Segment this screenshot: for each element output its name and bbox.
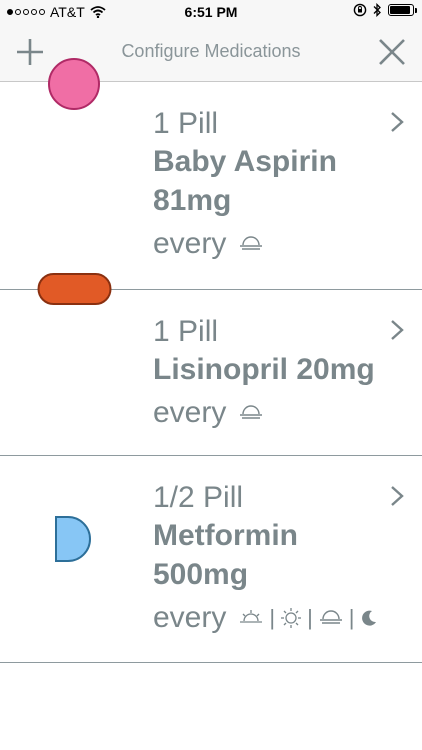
sunrise-icon bbox=[240, 610, 263, 623]
medication-row-baby-aspirin[interactable]: 1 Pill Baby Aspirin 81mg every bbox=[0, 58, 422, 290]
medication-name: Lisinopril 20mg bbox=[153, 353, 375, 386]
medication-name: Metformin 500mg bbox=[153, 519, 298, 591]
medication-quantity: 1/2 Pill bbox=[153, 481, 244, 514]
medication-row-lisinopril[interactable]: 1 Pill Lisinopril 20mg every bbox=[0, 273, 422, 456]
schedule-every-label: every bbox=[153, 396, 227, 429]
chevron-right-icon bbox=[391, 320, 404, 340]
bluetooth-icon bbox=[373, 3, 381, 17]
status-bar: AT&T 6:51 PM bbox=[0, 0, 422, 24]
medication-row-metformin[interactable]: 1/2 Pill Metformin 500mg every | | | bbox=[0, 456, 422, 663]
schedule-icons: | | | bbox=[238, 607, 377, 629]
capsule-pill-icon bbox=[37, 273, 112, 305]
sunset-icon bbox=[319, 610, 342, 624]
schedule-icons bbox=[238, 236, 264, 252]
medication-quantity: 1 Pill bbox=[153, 107, 219, 140]
close-icon[interactable] bbox=[374, 34, 410, 70]
chevron-right-icon bbox=[391, 486, 404, 506]
round-pill-icon bbox=[48, 58, 100, 110]
orientation-lock-icon bbox=[353, 3, 367, 17]
medication-schedule: every | | | bbox=[153, 600, 388, 636]
sunrise-icon bbox=[240, 405, 263, 419]
medication-details: 1 Pill Baby Aspirin 81mg every bbox=[153, 106, 388, 262]
chevron-right-icon bbox=[391, 112, 404, 132]
medication-name: Baby Aspirin 81mg bbox=[153, 145, 337, 217]
schedule-every-label: every bbox=[153, 227, 227, 260]
medication-schedule: every bbox=[153, 226, 388, 262]
separator: | bbox=[269, 605, 276, 630]
medication-details: 1/2 Pill Metformin 500mg every | | | bbox=[153, 480, 388, 636]
medication-details: 1 Pill Lisinopril 20mg every bbox=[153, 314, 388, 431]
separator: | bbox=[348, 605, 355, 630]
medication-quantity: 1 Pill bbox=[153, 315, 219, 348]
medication-schedule: every bbox=[153, 395, 388, 431]
battery-fill bbox=[390, 6, 410, 14]
sunrise-icon bbox=[240, 236, 263, 250]
schedule-icons bbox=[238, 405, 264, 421]
separator: | bbox=[307, 605, 313, 630]
status-right bbox=[353, 3, 417, 17]
schedule-every-label: every bbox=[153, 601, 227, 634]
moon-icon bbox=[361, 610, 376, 626]
battery-icon bbox=[388, 4, 417, 16]
half-pill-icon bbox=[55, 516, 91, 562]
medication-list: 1 Pill Baby Aspirin 81mg every 1 Pill Li… bbox=[0, 58, 422, 663]
sun-icon bbox=[281, 608, 302, 628]
